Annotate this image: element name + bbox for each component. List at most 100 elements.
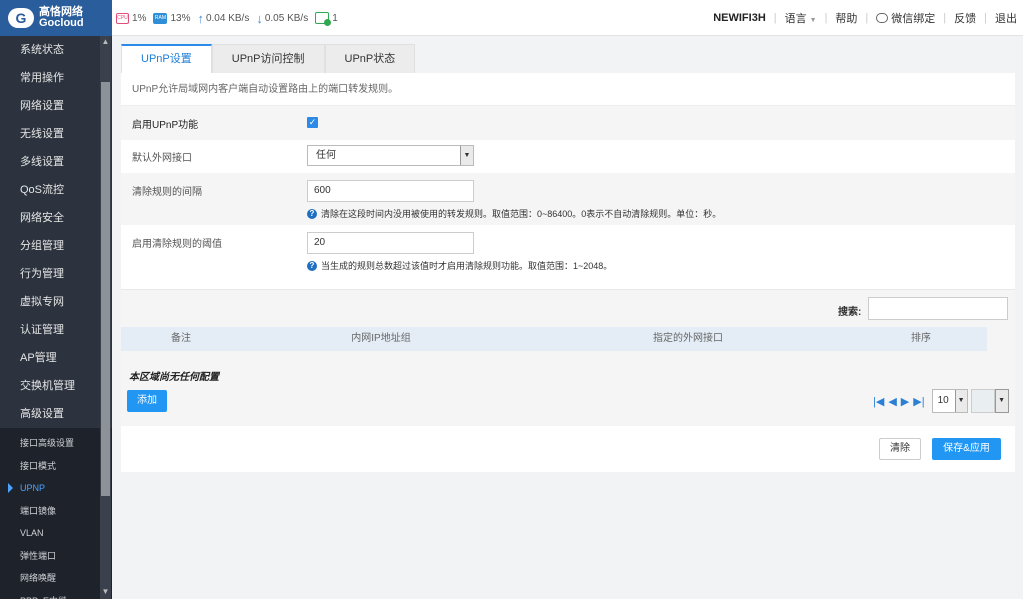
help-circle-icon: ? [307, 260, 317, 271]
sidebar-scrollbar[interactable]: ▲ ▼ [100, 36, 111, 599]
cpu-usage: 1% [132, 12, 147, 24]
status-stats: CPU 1% RAM 13% ↑ 0.04 KB/s ↓ 0.05 KB/s 1 [116, 0, 345, 36]
wan-select-value: 任何 [316, 150, 336, 161]
chevron-up-icon[interactable]: ▲ [100, 36, 111, 47]
column-header-note[interactable]: 备注 [121, 327, 241, 351]
sidebar-item-multiline[interactable]: 多线设置 [0, 148, 112, 176]
sidebar-item-network-settings[interactable]: 网络设置 [0, 92, 112, 120]
chevron-down-icon[interactable]: ▼ [994, 389, 1009, 413]
interval-hint: ? 清除在这段时间内没用被使用的转发规则。取值范围：0~86400。0表示不自动… [307, 207, 721, 220]
scrollbar-thumb[interactable] [101, 82, 110, 496]
language-label: 语言 [784, 13, 807, 25]
sidebar-item-wireless[interactable]: 无线设置 [0, 120, 112, 148]
online-devices-icon [315, 12, 332, 26]
interval-label: 清除规则的间隔 [132, 187, 202, 198]
interval-hint-text: 清除在这段时间内没用被使用的转发规则。取值范围：0~86400。0表示不自动清除… [321, 209, 722, 219]
download-speed: 0.05 KB/s [264, 12, 309, 24]
table-empty-row [121, 351, 973, 381]
enable-row: 启用UPnP功能 ✓ [121, 106, 1015, 140]
settings-panel: UPnP允许局域网内客户端自动设置路由上的端口转发规则。 启用UPnP功能 ✓ … [121, 73, 1015, 435]
upload-icon: ↑ [197, 10, 204, 26]
cloud-logo-icon: G [8, 8, 34, 28]
chevron-down-icon: ▼ [809, 17, 817, 24]
tab-upnp-settings[interactable]: UPnP设置 [121, 44, 212, 73]
submenu-item-pppoe-relay[interactable]: PPPoE中继 [0, 590, 112, 599]
main-content: UPnP设置 UPnP访问控制 UPnP状态 UPnP允许局域网内客户端自动设置… [121, 44, 1015, 472]
tab-upnp-access-control[interactable]: UPnP访问控制 [211, 44, 325, 73]
page-size-value: 10 [937, 395, 949, 406]
sidebar-item-common-ops[interactable]: 常用操作 [0, 64, 112, 92]
prev-page-icon[interactable]: ◀ [888, 395, 896, 408]
table-header: 备注 内网IP地址组 指定的外网接口 排序 [121, 327, 987, 351]
submenu-item-wol[interactable]: 网络唤醒 [0, 567, 112, 590]
sidebar-item-qos[interactable]: QoS流控 [0, 176, 112, 204]
column-header-lan-ip-group[interactable]: 内网IP地址组 [241, 327, 521, 351]
pagination: |◀ ◀ ▶ ▶| 10 ▼ ▼ [873, 389, 1009, 413]
add-button[interactable]: 添加 [127, 390, 167, 412]
interval-input[interactable]: 600 [307, 180, 474, 202]
submenu-item-port-advanced[interactable]: 接口高级设置 [0, 432, 112, 455]
search-input[interactable] [868, 297, 1008, 320]
ram-usage: 13% [170, 12, 191, 24]
logout-link[interactable]: 退出 [995, 10, 1017, 26]
help-circle-icon: ? [307, 208, 317, 219]
device-name: NEWIFI3H [713, 12, 766, 24]
sidebar-item-system-status[interactable]: 系统状态 [0, 36, 112, 64]
enable-label: 启用UPnP功能 [132, 120, 199, 131]
feedback-link[interactable]: 反馈 [954, 10, 976, 26]
sidebar-item-advanced[interactable]: 高级设置 [0, 400, 112, 428]
upload-speed: 0.04 KB/s [205, 12, 250, 24]
tab-bar: UPnP设置 UPnP访问控制 UPnP状态 [121, 44, 1015, 73]
sidebar-item-security[interactable]: 网络安全 [0, 204, 112, 232]
submenu-item-vlan[interactable]: VLAN [0, 522, 112, 545]
submenu-item-elastic-port[interactable]: 弹性端口 [0, 545, 112, 568]
wan-row: 默认外网接口 任何 ▼ [121, 140, 1015, 173]
tab-upnp-status[interactable]: UPnP状态 [324, 44, 416, 73]
threshold-hint: ? 当生成的规则总数超过该值时才启用清除规则功能。取值范围：1~2048。 [307, 259, 612, 272]
logo[interactable]: G 高恪网络 Gocloud [0, 0, 112, 36]
advanced-submenu: 接口高级设置 接口模式 UPNP 端口镜像 VLAN 弹性端口 网络唤醒 PPP… [0, 428, 112, 599]
sidebar-item-ap[interactable]: AP管理 [0, 344, 112, 372]
top-bar: G 高恪网络 Gocloud CPU 1% RAM 13% ↑ 0.04 KB/s ↓… [0, 0, 1023, 36]
sidebar-item-groups[interactable]: 分组管理 [0, 232, 112, 260]
save-apply-button[interactable]: 保存&应用 [932, 438, 1001, 460]
page-description: UPnP允许局域网内客户端自动设置路由上的端口转发规则。 [121, 73, 1015, 106]
column-header-wan-interface[interactable]: 指定的外网接口 [521, 327, 855, 351]
sidebar-item-switch[interactable]: 交换机管理 [0, 372, 112, 400]
threshold-input[interactable]: 20 [307, 232, 474, 254]
chevron-down-icon: ▼ [460, 146, 473, 165]
threshold-row: 启用清除规则的阈值 20 ? 当生成的规则总数超过该值时才启用清除规则功能。取值… [121, 225, 1015, 289]
language-menu[interactable]: 语言 ▼ [785, 10, 817, 26]
empty-message: 本区域尚无任何配置 [129, 372, 219, 383]
chevron-down-icon[interactable]: ▼ [100, 586, 111, 597]
help-link[interactable]: 帮助 [835, 10, 857, 26]
next-page-icon[interactable]: ▶ [901, 395, 909, 408]
online-count: 1 [332, 12, 338, 24]
sidebar: 系统状态 常用操作 网络设置 无线设置 多线设置 QoS流控 网络安全 分组管理… [0, 36, 112, 599]
page-number-select[interactable] [970, 389, 995, 413]
wan-label: 默认外网接口 [132, 153, 192, 164]
threshold-hint-text: 当生成的规则总数超过该值时才启用清除规则功能。取值范围：1~2048。 [321, 261, 613, 271]
ram-icon: RAM [153, 12, 168, 24]
enable-upnp-checkbox[interactable]: ✓ [307, 117, 318, 128]
wechat-icon [876, 13, 889, 23]
column-header-order[interactable]: 排序 [855, 327, 987, 351]
first-page-icon[interactable]: |◀ [873, 395, 884, 408]
sidebar-item-auth[interactable]: 认证管理 [0, 316, 112, 344]
search-label: 搜索: [838, 307, 862, 318]
wechat-bind-link[interactable]: 微信绑定 [876, 10, 935, 26]
wan-interface-select[interactable]: 任何 ▼ [307, 145, 474, 166]
last-page-icon[interactable]: ▶| [913, 395, 924, 408]
clear-button[interactable]: 清除 [879, 438, 921, 460]
cpu-icon: CPU [116, 12, 129, 24]
submenu-item-port-mirror[interactable]: 端口镜像 [0, 500, 112, 523]
threshold-label: 启用清除规则的阈值 [132, 239, 222, 250]
action-bar: 清除 保存&应用 [121, 426, 1015, 472]
submenu-item-upnp[interactable]: UPNP [0, 477, 112, 500]
page-size-select[interactable]: 10 ▼ [931, 389, 968, 413]
sidebar-item-behavior[interactable]: 行为管理 [0, 260, 112, 288]
submenu-item-port-mode[interactable]: 接口模式 [0, 455, 112, 478]
download-icon: ↓ [256, 10, 263, 26]
sidebar-item-vpn[interactable]: 虚拟专网 [0, 288, 112, 316]
interval-row: 清除规则的间隔 600 ? 清除在这段时间内没用被使用的转发规则。取值范围：0~… [121, 173, 1015, 225]
